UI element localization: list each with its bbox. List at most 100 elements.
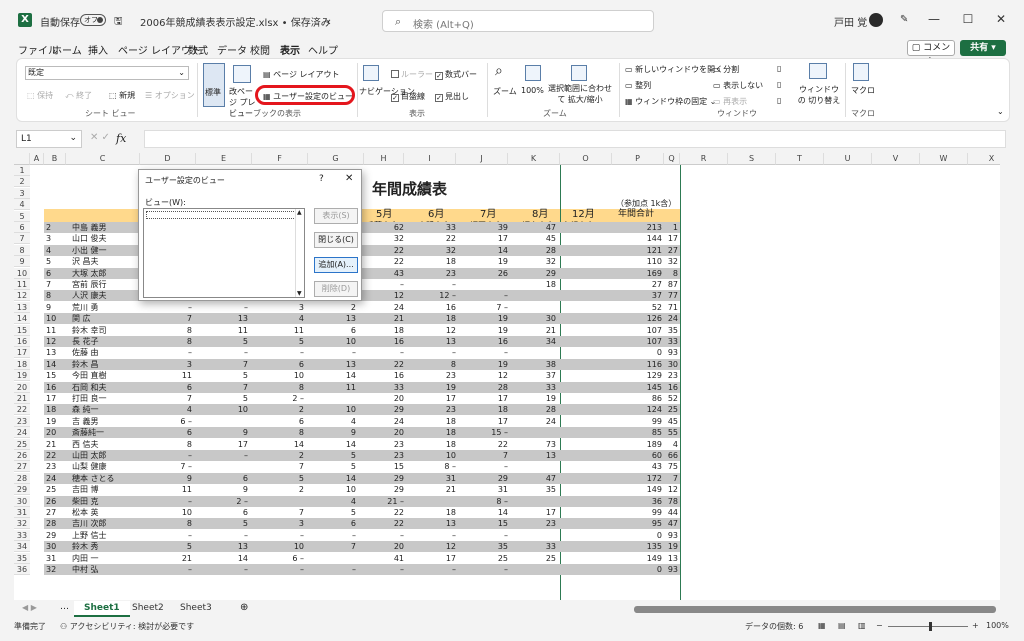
table-cell[interactable]: 2 <box>252 404 304 415</box>
collapse-ribbon-icon[interactable]: ⌄ <box>997 107 1004 116</box>
add-view-button[interactable]: 追加(A)... <box>314 257 358 273</box>
table-cell[interactable]: 121 <box>612 245 662 256</box>
table-cell[interactable]: 24 <box>662 313 678 324</box>
menu-data[interactable]: データ <box>217 42 247 57</box>
table-cell[interactable]: 山梨 健康 <box>72 461 142 472</box>
table-cell[interactable]: 149 <box>612 553 662 564</box>
row-header[interactable]: 7 <box>14 233 30 245</box>
table-cell[interactable]: 西 信夫 <box>72 439 142 450</box>
table-cell[interactable]: 86 <box>612 393 662 404</box>
save-icon[interactable]: 🖫 <box>114 14 123 31</box>
page-break-icon[interactable] <box>233 65 251 83</box>
table-row[interactable]: 27 松本 英 10 6 7 5 22 18 14 17 99 44 <box>44 507 680 518</box>
table-row[interactable]: 15 今田 直樹 11 5 10 14 16 23 12 37 129 23 <box>44 370 680 381</box>
table-cell[interactable]: 11 <box>196 325 248 336</box>
table-cell[interactable]: 26 <box>456 268 508 279</box>
column-header[interactable]: C <box>66 153 140 165</box>
table-cell[interactable]: – <box>456 347 508 358</box>
table-cell[interactable]: 37 <box>612 290 662 301</box>
table-cell[interactable]: 16 <box>404 302 456 313</box>
table-cell[interactable]: 27 <box>612 279 662 290</box>
row-header[interactable]: 20 <box>14 381 30 393</box>
table-cell[interactable]: 22 <box>46 450 62 461</box>
table-cell[interactable]: 5 <box>196 336 248 347</box>
table-cell[interactable]: 15 <box>364 461 404 472</box>
table-cell[interactable]: 29 <box>364 484 404 495</box>
table-cell[interactable]: 52 <box>662 393 678 404</box>
table-cell[interactable]: 31 <box>46 553 62 564</box>
list-scrollbar[interactable]: ▲ ▼ <box>295 209 304 297</box>
comment-button[interactable]: ▢ コメント <box>907 40 955 67</box>
table-cell[interactable]: 93 <box>662 347 678 358</box>
table-cell[interactable]: 107 <box>612 336 662 347</box>
table-cell[interactable]: 12 <box>404 325 456 336</box>
row-header[interactable]: 19 <box>14 370 30 382</box>
table-cell[interactable]: 吉 義男 <box>72 416 142 427</box>
table-cell[interactable]: 3 <box>46 233 62 244</box>
table-cell[interactable]: 24 <box>46 473 62 484</box>
table-cell[interactable]: 17 <box>456 233 508 244</box>
row-header[interactable]: 23 <box>14 415 30 427</box>
select-all-corner[interactable] <box>14 153 30 165</box>
table-cell[interactable]: 上野 信士 <box>72 530 142 541</box>
table-cell[interactable]: 9 <box>140 473 192 484</box>
headings-checkbox[interactable]: ✓ 見出し <box>435 91 469 102</box>
macro-label[interactable]: マクロ <box>851 85 875 96</box>
row-header[interactable]: 29 <box>14 484 30 496</box>
switch-window-label[interactable]: ウィンドウの 切り替え <box>797 84 841 106</box>
avatar[interactable] <box>869 13 883 27</box>
autosave-toggle[interactable]: オフ <box>80 14 106 26</box>
table-cell[interactable]: 11 <box>308 382 356 393</box>
row-header[interactable]: 32 <box>14 518 30 530</box>
table-cell[interactable]: – <box>404 347 456 358</box>
table-cell[interactable]: 28 <box>508 404 556 415</box>
table-cell[interactable]: 11 <box>140 484 192 495</box>
table-cell[interactable]: 41 <box>364 553 404 564</box>
table-cell[interactable]: – <box>196 530 248 541</box>
table-cell[interactable]: – <box>140 302 192 313</box>
table-cell[interactable]: 35 <box>508 484 556 495</box>
table-cell[interactable]: 穂本 さとる <box>72 473 142 484</box>
table-cell[interactable]: 13 <box>508 450 556 461</box>
table-cell[interactable]: 10 <box>308 484 356 495</box>
table-cell[interactable]: 38 <box>508 359 556 370</box>
table-cell[interactable]: 77 <box>662 290 678 301</box>
table-cell[interactable]: 5 <box>252 473 304 484</box>
table-cell[interactable]: 18 <box>456 404 508 415</box>
table-cell[interactable]: 打田 良一 <box>72 393 142 404</box>
table-row[interactable]: 14 鈴木 昌 3 7 6 13 22 8 19 38 116 30 <box>44 358 680 370</box>
table-cell[interactable]: 145 <box>612 382 662 393</box>
table-cell[interactable]: 30 <box>662 359 678 370</box>
normal-view-button[interactable] <box>203 63 225 107</box>
table-cell[interactable]: 23 <box>404 404 456 415</box>
table-cell[interactable]: 森 純一 <box>72 404 142 415</box>
menu-insert[interactable]: 挿入 <box>88 42 108 57</box>
table-cell[interactable]: 17 <box>508 507 556 518</box>
table-cell[interactable]: – <box>456 564 508 575</box>
table-cell[interactable]: 8 <box>140 336 192 347</box>
row-header[interactable]: 14 <box>14 313 30 325</box>
scroll-up-icon[interactable]: ▲ <box>297 209 302 216</box>
table-cell[interactable]: 13 <box>662 553 678 564</box>
table-row[interactable]: 22 山田 太郎 – –2 5 23 10 7 13 60 66 <box>44 450 680 461</box>
table-cell[interactable]: 126 <box>612 313 662 324</box>
row-header[interactable]: 10 <box>14 267 30 279</box>
table-cell[interactable]: 石岡 和夫 <box>72 382 142 393</box>
table-cell[interactable]: 23 <box>404 268 456 279</box>
table-cell[interactable]: 11 <box>140 370 192 381</box>
column-header[interactable]: A <box>30 153 44 165</box>
table-cell[interactable]: 87 <box>662 279 678 290</box>
table-cell[interactable]: 23 <box>508 518 556 529</box>
table-row[interactable]: 24 穂本 さとる 9 6 5 14 29 31 29 47 172 7 <box>44 472 680 484</box>
table-row[interactable]: 23 山梨 健康 7 –7 5 15 8 – –43 75 <box>44 461 680 472</box>
table-cell[interactable]: – <box>196 564 248 575</box>
zoom-100-label[interactable]: 100% <box>521 86 544 95</box>
macro-icon[interactable] <box>853 63 869 81</box>
table-cell[interactable]: 19 <box>456 313 508 324</box>
table-cell[interactable]: 29 <box>508 268 556 279</box>
table-cell[interactable]: 135 <box>612 541 662 552</box>
table-cell[interactable]: 13 <box>404 518 456 529</box>
row-header[interactable]: 33 <box>14 529 30 541</box>
table-cell[interactable]: 22 <box>456 439 508 450</box>
row-header[interactable]: 26 <box>14 450 30 461</box>
